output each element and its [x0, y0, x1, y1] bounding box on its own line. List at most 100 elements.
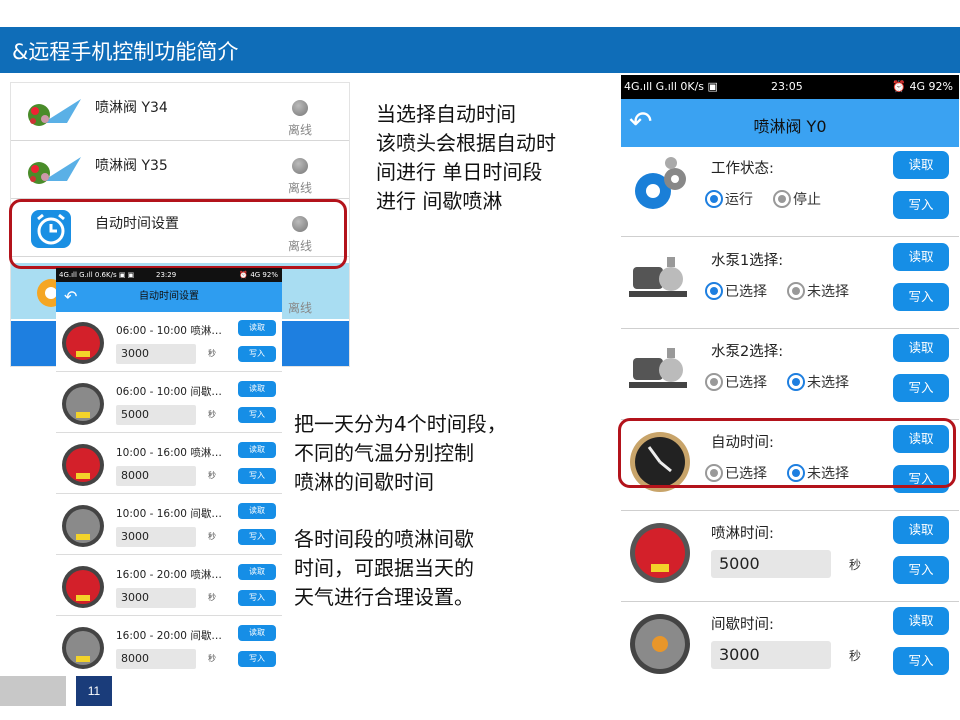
duration-input[interactable]: 5000	[116, 405, 196, 425]
auto-time-highlight	[9, 199, 347, 269]
read-button[interactable]: 读取	[893, 607, 949, 635]
read-button[interactable]: 读取	[238, 564, 276, 580]
footer-bar	[0, 676, 66, 706]
gauge-icon	[62, 505, 104, 547]
status-bar: 4G.ıll G.ıll 0.6K/s ▣ ▣ 23:29 ⏰ 4G 92%	[56, 268, 282, 282]
read-button[interactable]: 读取	[893, 151, 949, 179]
time-period-label: 06:00 - 10:00 间歇…	[116, 386, 222, 398]
status-time: 23:05	[771, 80, 803, 93]
red-gauge-icon	[630, 523, 690, 583]
status-right: ⏰ 4G 92%	[239, 271, 278, 279]
pump1-label: 水泵1选择:	[711, 253, 784, 269]
time-period-label: 10:00 - 16:00 间歇…	[116, 508, 222, 520]
device-name: 喷淋阀 Y34	[95, 100, 168, 116]
pump2-label: 水泵2选择:	[711, 344, 784, 360]
radio-pump1-unselected[interactable]: 未选择	[787, 281, 849, 301]
time-period-label: 16:00 - 20:00 喷淋…	[116, 569, 222, 581]
device-name: 喷淋阀 Y35	[95, 158, 168, 174]
status-bar: 4G.ıll G.ıll 0K/s ▣ 23:05 ⏰ 4G 92%	[621, 75, 959, 99]
pause-time-label: 间歇时间:	[711, 617, 774, 633]
page-number: 11	[76, 676, 112, 706]
write-button[interactable]: 写入	[893, 283, 949, 311]
header-title: 喷淋阀 Y0	[753, 117, 827, 136]
gauge-icon	[62, 566, 104, 608]
status-indicator	[292, 158, 308, 174]
write-button[interactable]: 写入	[893, 647, 949, 675]
radio-stopped[interactable]: 停止	[773, 189, 821, 209]
spray-time-input[interactable]: 5000	[711, 550, 831, 578]
auto-time-row-highlight	[618, 418, 956, 488]
time-period-label: 06:00 - 10:00 喷淋…	[116, 325, 222, 337]
list-item[interactable]: 喷淋阀 Y34 离线	[11, 85, 349, 141]
duration-input[interactable]: 3000	[116, 588, 196, 608]
screen-header: ↶ 喷淋阀 Y0	[621, 99, 959, 147]
list-item[interactable]: 喷淋阀 Y35 离线	[11, 143, 349, 199]
read-button[interactable]: 读取	[238, 320, 276, 336]
write-button[interactable]: 写入	[238, 346, 276, 362]
sprinkler-icon	[28, 99, 81, 126]
status-indicator	[292, 100, 308, 116]
gauge-icon	[62, 322, 104, 364]
unit-label: 秒	[208, 410, 216, 419]
screen-header: ↶ 自动时间设置	[56, 282, 282, 312]
write-button[interactable]: 写入	[238, 590, 276, 606]
status-right: ⏰ 4G 92%	[892, 80, 953, 93]
write-button[interactable]: 写入	[238, 407, 276, 423]
unit-label: 秒	[849, 558, 862, 572]
read-button[interactable]: 读取	[893, 243, 949, 271]
write-button[interactable]: 写入	[238, 529, 276, 545]
auto-time-screen: 4G.ıll G.ıll 0.6K/s ▣ ▣ 23:29 ⏰ 4G 92% ↶…	[56, 268, 282, 676]
read-button[interactable]: 读取	[893, 516, 949, 544]
read-button[interactable]: 读取	[238, 625, 276, 641]
read-button[interactable]: 读取	[238, 381, 276, 397]
status-left: 4G.ıll G.ıll 0.6K/s ▣ ▣	[59, 271, 135, 279]
status-left: 4G.ıll G.ıll 0K/s ▣	[624, 80, 718, 93]
read-button[interactable]: 读取	[238, 503, 276, 519]
gauge-icon	[62, 383, 104, 425]
time-period-row: 16:00 - 20:00 喷淋… 3000 秒 读取写入	[56, 556, 282, 616]
write-button[interactable]: 写入	[238, 468, 276, 484]
pump2-row: 水泵2选择: 已选择 未选择 读取 写入	[621, 330, 959, 420]
time-period-label: 10:00 - 16:00 喷淋…	[116, 447, 222, 459]
valve-control-screen: 4G.ıll G.ıll 0K/s ▣ 23:05 ⏰ 4G 92% ↶ 喷淋阀…	[621, 75, 959, 687]
write-button[interactable]: 写入	[238, 651, 276, 667]
time-period-row: 16:00 - 20:00 间歇… 8000 秒 读取 写入	[56, 617, 282, 676]
slide-title-bar: &远程手机控制功能简介	[0, 27, 960, 73]
device-state: 离线	[288, 301, 313, 315]
read-button[interactable]: 读取	[893, 334, 949, 362]
duration-input[interactable]: 3000	[116, 527, 196, 547]
pause-time-row: 间歇时间: 3000 秒 读取 写入	[621, 603, 959, 687]
header-title: 自动时间设置	[139, 291, 199, 302]
read-button[interactable]: 读取	[238, 442, 276, 458]
unit-label: 秒	[208, 593, 216, 602]
unit-label: 秒	[208, 532, 216, 541]
device-state: 离线	[288, 123, 313, 137]
write-button[interactable]: 写入	[893, 374, 949, 402]
spray-time-label: 喷淋时间:	[711, 526, 774, 542]
work-state-row: 工作状态: 运行 停止 读取 写入	[621, 147, 959, 237]
duration-input[interactable]: 8000	[116, 466, 196, 486]
radio-pump1-selected[interactable]: 已选择	[705, 281, 767, 301]
unit-label: 秒	[849, 649, 862, 663]
time-period-row: 10:00 - 16:00 喷淋… 8000 秒 读取写入	[56, 434, 282, 494]
note-time-periods: 把一天分为4个时间段， 不同的气温分别控制 喷淋的间歇时间	[294, 412, 507, 494]
write-button[interactable]: 写入	[893, 191, 949, 219]
radio-running[interactable]: 运行	[705, 189, 753, 209]
sprinkler-icon	[28, 157, 81, 184]
radio-pump2-selected[interactable]: 已选择	[705, 372, 767, 392]
gears-icon	[635, 157, 686, 209]
radio-pump2-unselected[interactable]: 未选择	[787, 372, 849, 392]
water-pump-icon	[629, 257, 687, 297]
note-auto-time: 当选择自动时间 该喷头会根据自动时 间进行 单日时间段 进行 间歇喷淋	[376, 102, 556, 213]
time-period-row: 10:00 - 16:00 间歇… 3000 秒 读取写入	[56, 495, 282, 555]
unit-label: 秒	[208, 349, 216, 358]
pause-time-input[interactable]: 3000	[711, 641, 831, 669]
duration-input[interactable]: 3000	[116, 344, 196, 364]
unit-label: 秒	[208, 471, 216, 480]
status-time: 23:29	[156, 271, 177, 279]
duration-input[interactable]: 8000	[116, 649, 196, 669]
back-icon[interactable]: ↶	[64, 282, 77, 312]
spray-time-row: 喷淋时间: 5000 秒 读取 写入	[621, 512, 959, 602]
write-button[interactable]: 写入	[893, 556, 949, 584]
gauge-icon	[62, 627, 104, 669]
